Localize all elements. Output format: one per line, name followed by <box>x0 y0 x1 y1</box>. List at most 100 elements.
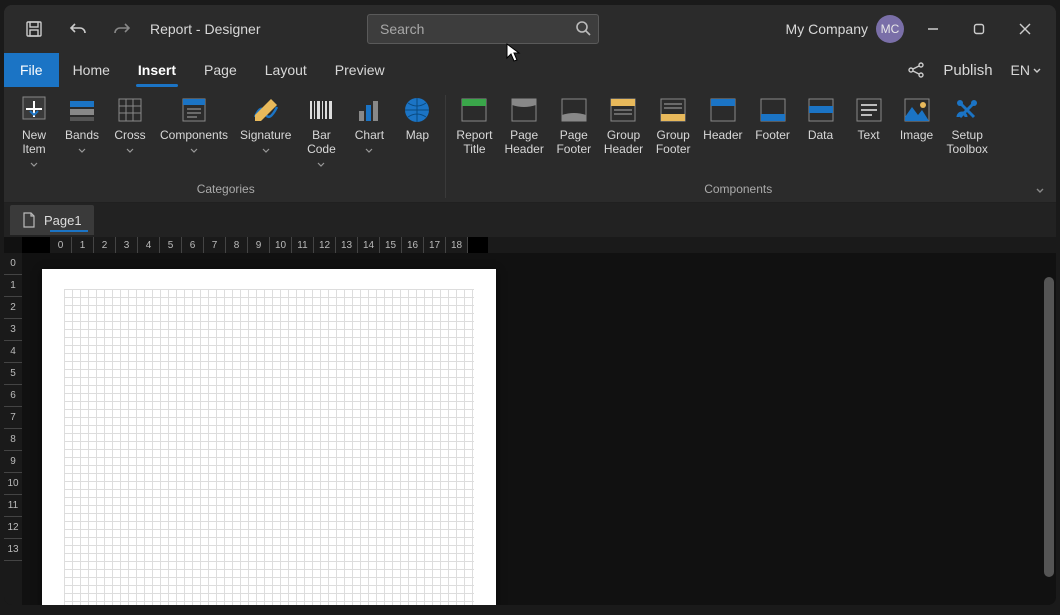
ribbon-new-item-button[interactable]: New Item <box>10 93 58 174</box>
menu-tab-preview[interactable]: Preview <box>321 53 399 87</box>
ruler-tick: 13 <box>4 539 22 561</box>
language-selector[interactable]: EN <box>1011 62 1042 78</box>
ribbon-text-button[interactable]: Text <box>845 93 893 160</box>
ribbon-pfooter-button[interactable]: Page Footer <box>550 93 598 174</box>
search-wrap <box>367 14 599 44</box>
ribbon-group-categories: New Item Bands Cross Components Signature Bar… <box>10 93 441 200</box>
ribbon-rtitle-button[interactable]: Report Title <box>450 93 498 174</box>
ribbon-label: Components <box>160 128 228 142</box>
canvas[interactable] <box>22 253 1056 605</box>
separator <box>445 95 446 198</box>
ruler-tick: 10 <box>4 473 22 495</box>
ribbon-group-components: Report TitlePage HeaderPage FooterGroup … <box>450 93 1050 200</box>
chevron-down-icon <box>78 148 86 158</box>
ribbon-label: Cross <box>114 128 145 142</box>
ruler-tick: 7 <box>204 237 226 253</box>
vertical-scrollbar[interactable] <box>1044 277 1054 577</box>
redo-icon <box>113 20 131 38</box>
barcode-icon <box>306 95 336 125</box>
chevron-down-icon <box>317 162 325 172</box>
redo-button[interactable] <box>100 7 144 51</box>
ruler-tick: 11 <box>292 237 314 253</box>
chevron-down-icon <box>1032 65 1042 75</box>
new-item-icon <box>19 95 49 125</box>
ribbon-label: Map <box>406 128 429 142</box>
menu-tab-layout[interactable]: Layout <box>251 53 321 87</box>
group-label-components: Components <box>450 174 1026 200</box>
map-icon <box>402 95 432 125</box>
menu-tab-home[interactable]: Home <box>59 53 124 87</box>
chevron-down-icon <box>30 162 38 172</box>
ribbon-label: Group Footer <box>656 128 691 156</box>
bands-icon <box>67 95 97 125</box>
share-button[interactable] <box>907 61 925 79</box>
ribbon-label: Bands <box>65 128 99 142</box>
ribbon-label: Page Footer <box>556 128 591 156</box>
search-input[interactable] <box>367 14 599 44</box>
menu-tab-page[interactable]: Page <box>190 53 251 87</box>
ribbon-components-button[interactable]: Components <box>154 93 234 160</box>
ruler-tick: 16 <box>402 237 424 253</box>
minimize-button[interactable] <box>910 7 956 51</box>
search-icon <box>575 20 591 36</box>
company-block[interactable]: My Company MC <box>786 15 904 43</box>
ribbon-header-button[interactable]: Header <box>697 93 748 160</box>
menu-tab-insert[interactable]: Insert <box>124 53 190 87</box>
ruler-tick: 1 <box>4 275 22 297</box>
ruler-tick: 2 <box>4 297 22 319</box>
ruler-tick: 7 <box>4 407 22 429</box>
ribbon-gheader-button[interactable]: Group Header <box>598 93 649 174</box>
maximize-icon <box>973 23 985 35</box>
ruler-tick: 8 <box>4 429 22 451</box>
ribbon-image-button[interactable]: Image <box>893 93 941 160</box>
ruler-tick: 0 <box>4 253 22 275</box>
ribbon-label: Bar Code <box>307 128 336 156</box>
ribbon-cross-button[interactable]: Cross <box>106 93 154 160</box>
ribbon-chart-button[interactable]: Chart <box>345 93 393 160</box>
publish-button[interactable]: Publish <box>943 62 992 79</box>
save-button[interactable] <box>12 7 56 51</box>
ribbon-label: Data <box>808 128 833 142</box>
ribbon-map-button[interactable]: Map <box>393 93 441 160</box>
file-menu[interactable]: File <box>4 53 59 87</box>
footer-icon <box>758 95 788 125</box>
avatar: MC <box>876 15 904 43</box>
data-icon <box>806 95 836 125</box>
undo-icon <box>69 20 87 38</box>
ribbon-gfooter-button[interactable]: Group Footer <box>649 93 697 174</box>
page-surface[interactable] <box>42 269 496 605</box>
ribbon-label: Image <box>900 128 933 142</box>
ribbon-barcode-button[interactable]: Bar Code <box>297 93 345 174</box>
share-icon <box>907 61 925 79</box>
ribbon-setup-button[interactable]: Setup Toolbox <box>941 93 994 174</box>
chevron-down-icon <box>190 148 198 158</box>
ribbon-bands-button[interactable]: Bands <box>58 93 106 160</box>
ribbon-label: Footer <box>755 128 790 142</box>
ribbon-signature-button[interactable]: Signature <box>234 93 297 160</box>
ruler-tick: 15 <box>380 237 402 253</box>
cross-icon <box>115 95 145 125</box>
ribbon-data-button[interactable]: Data <box>797 93 845 160</box>
undo-button[interactable] <box>56 7 100 51</box>
maximize-button[interactable] <box>956 7 1002 51</box>
ruler-tick: 9 <box>4 451 22 473</box>
ruler-tick: 12 <box>314 237 336 253</box>
ruler-tick: 11 <box>4 495 22 517</box>
close-button[interactable] <box>1002 7 1048 51</box>
ruler-tick: 17 <box>424 237 446 253</box>
header-icon <box>708 95 738 125</box>
window-title: Report - Designer <box>150 21 261 37</box>
page-tab-strip: Page1 <box>4 203 1056 237</box>
ribbon-pheader-button[interactable]: Page Header <box>498 93 549 174</box>
menu-bar: File HomeInsertPageLayoutPreview Publish… <box>4 53 1056 87</box>
ruler-tick: 9 <box>248 237 270 253</box>
image-icon <box>902 95 932 125</box>
group-label-categories: Categories <box>10 174 441 200</box>
ribbon-label: Header <box>703 128 742 142</box>
vertical-ruler: 012345678910111213 <box>4 253 22 605</box>
ribbon-footer-button[interactable]: Footer <box>749 93 797 160</box>
ruler-tick: 8 <box>226 237 248 253</box>
signature-icon <box>251 95 281 125</box>
page-tab[interactable]: Page1 <box>10 205 94 235</box>
ribbon-expand-button[interactable] <box>1030 180 1050 200</box>
